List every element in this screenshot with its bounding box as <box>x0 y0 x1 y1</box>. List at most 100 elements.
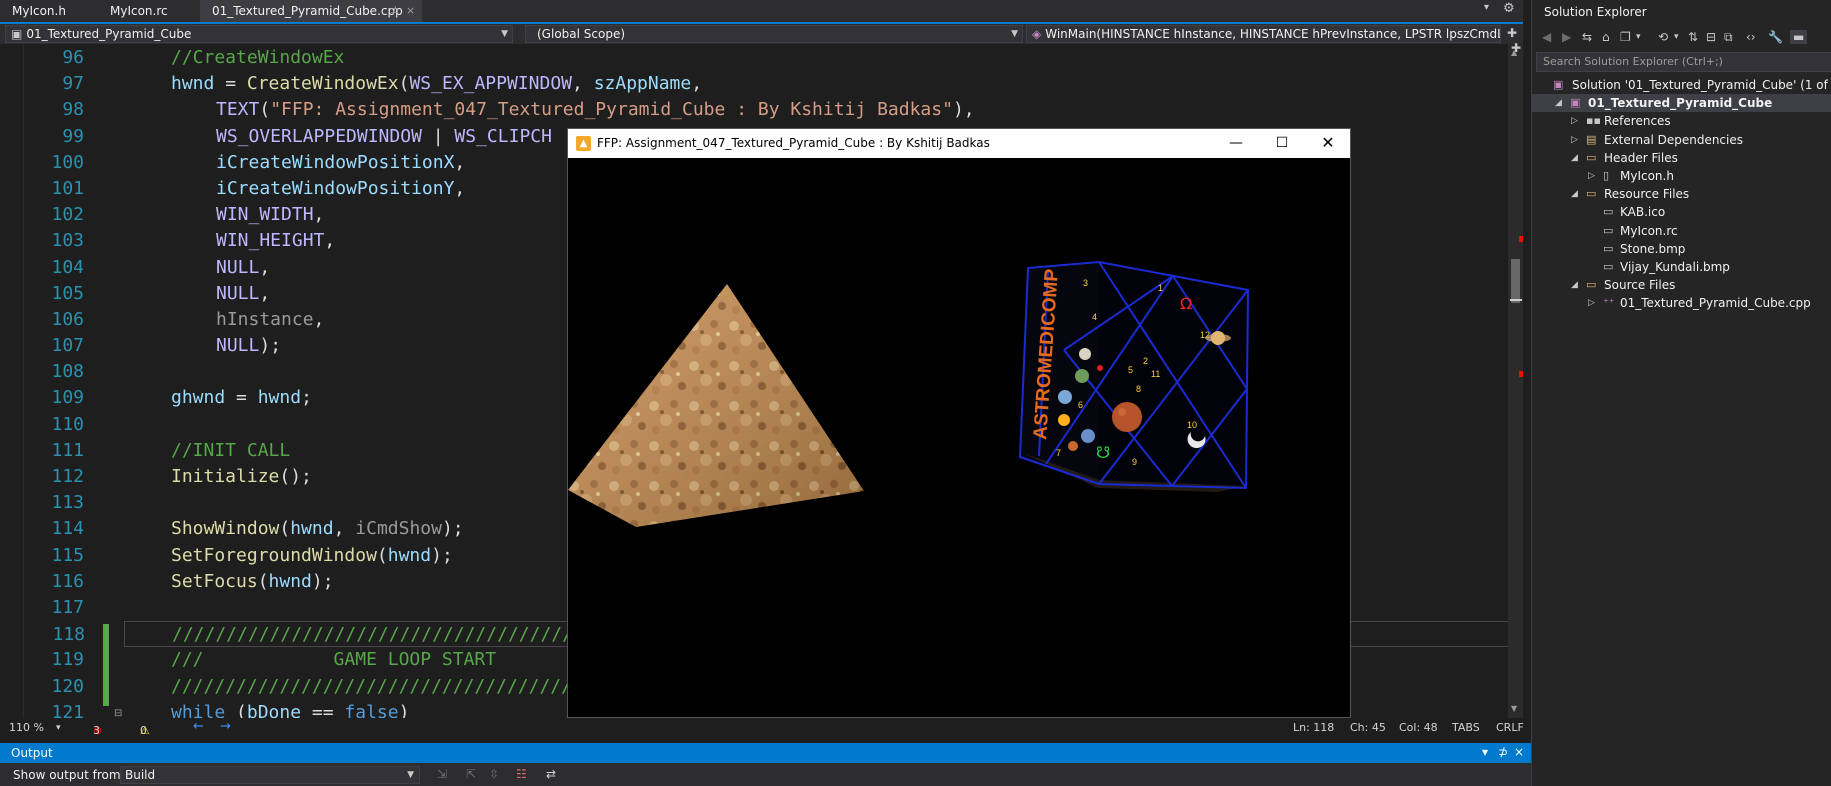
line-text: hInstance, <box>216 308 325 330</box>
project-dropdown[interactable]: ▣ 01_Textured_Pyramid_Cube ▼ <box>5 25 513 43</box>
line-number: 99 <box>62 125 84 147</box>
preview-selected-icon[interactable]: ▬ <box>1790 30 1808 44</box>
next-message-icon[interactable]: ⇳ <box>489 767 499 781</box>
editor-status-strip: 110 % ▾ ⊗ 3 ⚠ 0 ← → Ln: 118 Ch: 45 Col: … <box>0 718 1524 738</box>
tree-item-kab-ico[interactable]: ▭ KAB.ico <box>1532 203 1831 221</box>
line-text: hwnd = CreateWindowEx(WS_EX_APPWINDOW, s… <box>171 73 703 95</box>
tree-item-source-files[interactable]: ◢ ▭ Source Files <box>1532 276 1831 294</box>
line-number: 102 <box>51 204 84 226</box>
editor-vertical-scrollbar[interactable]: ✚ ▲ ▼ <box>1508 41 1523 718</box>
cursor-column[interactable]: Col: 48 <box>1399 721 1438 734</box>
ketu-glyph: ☋ <box>1096 443 1110 462</box>
forward-icon[interactable]: ▶ <box>1562 30 1571 44</box>
previous-message-icon[interactable]: ⇱ <box>466 767 476 781</box>
line-text: TEXT("FFP: Assignment_047_Textured_Pyram… <box>216 99 975 121</box>
tree-item-resource-files[interactable]: ◢ ▭ Resource Files <box>1532 185 1831 203</box>
tree-item-solution[interactable]: ▣ Solution '01_Textured_Pyramid_Cube' (1… <box>1532 76 1831 94</box>
line-text: WS_OVERLAPPEDWINDOW | WS_CLIPCH <box>216 125 552 147</box>
tree-item-project[interactable]: ◢ ▣ 01_Textured_Pyramid_Cube <box>1532 94 1831 113</box>
sync-icon[interactable]: ⇆ <box>1582 30 1592 44</box>
function-dropdown[interactable]: ◈ WinMain(HINSTANCE hInstance, HINSTANCE … <box>1026 25 1501 43</box>
solution-icon: ▣ <box>1553 78 1564 91</box>
app-icon[interactable]: ▲ <box>576 136 591 151</box>
close-button[interactable]: ✕ <box>1305 129 1351 158</box>
solution-search-input[interactable]: Search Solution Explorer (Ctrl+;) <box>1536 52 1831 72</box>
back-icon[interactable]: ◀ <box>1542 30 1551 44</box>
folder-icon: ▭ <box>1586 278 1597 292</box>
code-line[interactable]: 97 hwnd = CreateWindowEx(WS_EX_APPWINDOW,… <box>0 71 1500 97</box>
opengl-render-area[interactable]: ASTROMEDICOMP 1 2 3 4 5 6 7 8 9 10 11 12… <box>568 158 1350 717</box>
scope-dropdown[interactable]: (Global Scope) ▼ <box>525 25 1023 43</box>
collapsed-icon[interactable]: ▷ <box>1588 294 1595 312</box>
solution-tree: ▣ Solution '01_Textured_Pyramid_Cube' (1… <box>1532 76 1831 312</box>
collapse-all-icon[interactable]: ⊟ <box>1706 30 1716 44</box>
error-marker <box>1519 236 1523 242</box>
tree-item-myicon-h[interactable]: ▷ ▯ MyIcon.h <box>1532 167 1831 185</box>
code-line[interactable]: 98 TEXT("FFP: Assignment_047_Textured_Pyr… <box>0 97 1500 123</box>
tree-item-stone-bmp[interactable]: ▭ Stone.bmp <box>1532 240 1831 258</box>
dropdown-icon[interactable]: ▾ <box>1482 745 1488 759</box>
line-text: /////////////////////////////////////// <box>171 675 594 697</box>
collapsed-icon[interactable]: ▷ <box>1571 131 1578 149</box>
cursor-line[interactable]: Ln: 118 <box>1293 721 1334 734</box>
split-editor-icon[interactable]: ✚ <box>1507 26 1517 40</box>
tree-item-references[interactable]: ▷ ▪▪ References <box>1532 112 1831 130</box>
switch-views-icon[interactable]: ❐ <box>1620 30 1631 44</box>
pin-icon[interactable]: ⊅ <box>1498 745 1508 759</box>
cursor-char[interactable]: Ch: 45 <box>1350 721 1386 734</box>
maximize-button[interactable]: ☐ <box>1259 129 1305 158</box>
show-all-files-icon[interactable]: ⧉ <box>1724 30 1733 45</box>
tree-item-vijay-kundali-bmp[interactable]: ▭ Vijay_Kundali.bmp <box>1532 258 1831 276</box>
expanded-icon[interactable]: ◢ <box>1571 185 1578 203</box>
tab-main-cpp[interactable]: 01_Textured_Pyramid_Cube.cpp ⊅ × <box>200 0 422 22</box>
collapsed-icon[interactable]: ▷ <box>1571 112 1578 130</box>
find-message-icon[interactable]: ⇲ <box>437 767 447 781</box>
line-endings[interactable]: CRLF <box>1496 721 1524 734</box>
solution-explorer-toolbar: ◀ ▶ ⇆ ⌂ ❐ ▾ ⟲ ▾ ⇅ ⊟ ⧉ ‹› 🔧 ▬ <box>1532 24 1831 50</box>
refresh-icon[interactable]: ⇅ <box>1688 30 1698 44</box>
home-icon[interactable]: ⌂ <box>1602 30 1610 44</box>
collapse-outline-icon[interactable]: ⊟ <box>114 708 122 718</box>
code-line[interactable]: 96 //CreateWindowEx <box>0 45 1500 71</box>
navigate-forward-icon[interactable]: → <box>220 719 231 734</box>
tab-list-dropdown-icon[interactable]: ▾ <box>1484 2 1489 13</box>
navigate-back-icon[interactable]: ← <box>193 719 204 734</box>
expanded-icon[interactable]: ◢ <box>1571 276 1578 294</box>
indent-mode[interactable]: TABS <box>1452 721 1480 734</box>
editor-tab-strip: MyIcon.h MyIcon.rc 01_Textured_Pyramid_C… <box>0 0 1523 24</box>
clear-all-icon[interactable]: ☷ <box>516 767 527 781</box>
close-icon[interactable]: × <box>406 0 415 22</box>
scrollbar-thumb[interactable] <box>1511 259 1520 303</box>
app-window[interactable]: ▲ FFP: Assignment_047_Textured_Pyramid_C… <box>567 128 1351 718</box>
scroll-up-icon[interactable]: ▲ <box>1511 48 1517 57</box>
output-source-dropdown[interactable]: Build ▼ <box>120 766 420 784</box>
textured-cube: ASTROMEDICOMP 1 2 3 4 5 6 7 8 9 10 11 12… <box>1018 260 1250 492</box>
house-number: 1 <box>1158 283 1163 293</box>
project-icon: ▣ <box>11 27 23 41</box>
zoom-level[interactable]: 110 % <box>9 721 44 734</box>
pending-changes-icon[interactable]: ⟲ <box>1658 30 1668 44</box>
tab-myicon-h[interactable]: MyIcon.h <box>0 0 98 22</box>
tab-myicon-rc[interactable]: MyIcon.rc <box>98 0 182 22</box>
chevron-down-icon[interactable]: ▾ <box>56 723 61 733</box>
close-icon[interactable]: × <box>1514 745 1524 759</box>
line-number: 117 <box>51 596 84 618</box>
collapsed-icon[interactable]: ▷ <box>1588 167 1595 185</box>
chevron-down-icon[interactable]: ▾ <box>1674 32 1679 42</box>
expanded-icon[interactable]: ◢ <box>1571 149 1578 167</box>
chevron-down-icon[interactable]: ▾ <box>1636 32 1641 42</box>
word-wrap-icon[interactable]: ⇄ <box>546 767 556 781</box>
preview-icon[interactable]: ‹› <box>1746 30 1756 44</box>
tree-item-external-dependencies[interactable]: ▷ ▤ External Dependencies <box>1532 131 1831 149</box>
app-window-title-bar[interactable]: ▲ FFP: Assignment_047_Textured_Pyramid_C… <box>568 129 1350 158</box>
expanded-icon[interactable]: ◢ <box>1555 94 1562 112</box>
properties-icon[interactable]: 🔧 <box>1768 30 1783 44</box>
scroll-down-icon[interactable]: ▼ <box>1511 704 1517 713</box>
line-text: while (bDone == false) <box>171 701 410 718</box>
tree-item-myicon-rc[interactable]: ▭ MyIcon.rc <box>1532 222 1831 240</box>
gear-icon[interactable]: ⚙ <box>1503 1 1515 16</box>
tree-item-header-files[interactable]: ◢ ▭ Header Files <box>1532 149 1831 167</box>
minimize-button[interactable]: — <box>1213 129 1259 158</box>
pin-icon[interactable]: ⊅ <box>390 0 399 22</box>
tree-item-main-cpp[interactable]: ▷ ⁺⁺ 01_Textured_Pyramid_Cube.cpp <box>1532 294 1831 312</box>
